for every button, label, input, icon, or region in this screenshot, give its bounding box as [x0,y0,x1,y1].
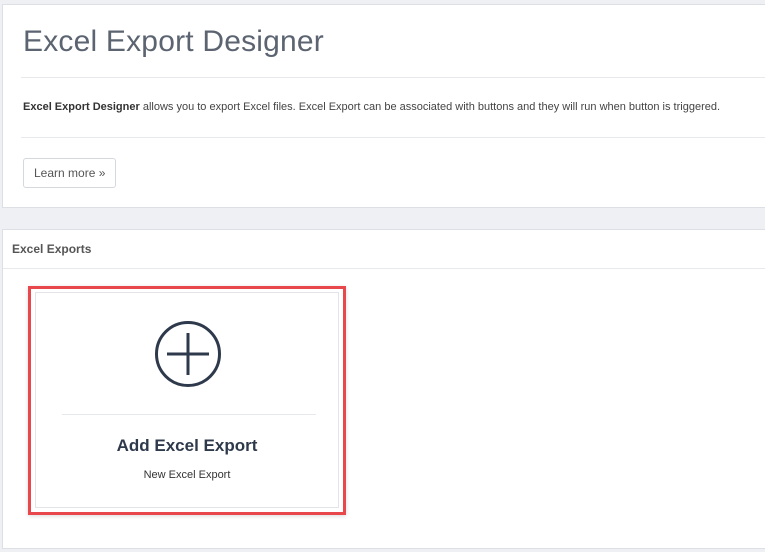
description: Excel Export Designer allows you to expo… [23,101,720,113]
plus-circle-icon [155,321,221,387]
page-title: Excel Export Designer [23,25,324,58]
learn-more-button[interactable]: Learn more » [23,158,117,188]
designer-info-panel: Excel Export Designer Excel Export Desig… [2,4,765,208]
card-subtitle: New Excel Export [143,469,231,481]
card-divider [62,414,316,415]
card-title: Add Excel Export [116,436,258,455]
title-divider [21,77,765,78]
section-title: Excel Exports [12,242,92,256]
description-divider [21,137,765,138]
description-text: allows you to export Excel files. Excel … [139,101,721,113]
section-divider [3,268,765,269]
add-excel-export-card[interactable]: Add Excel Export New Excel Export [35,292,339,508]
description-bold: Excel Export Designer [23,101,140,113]
